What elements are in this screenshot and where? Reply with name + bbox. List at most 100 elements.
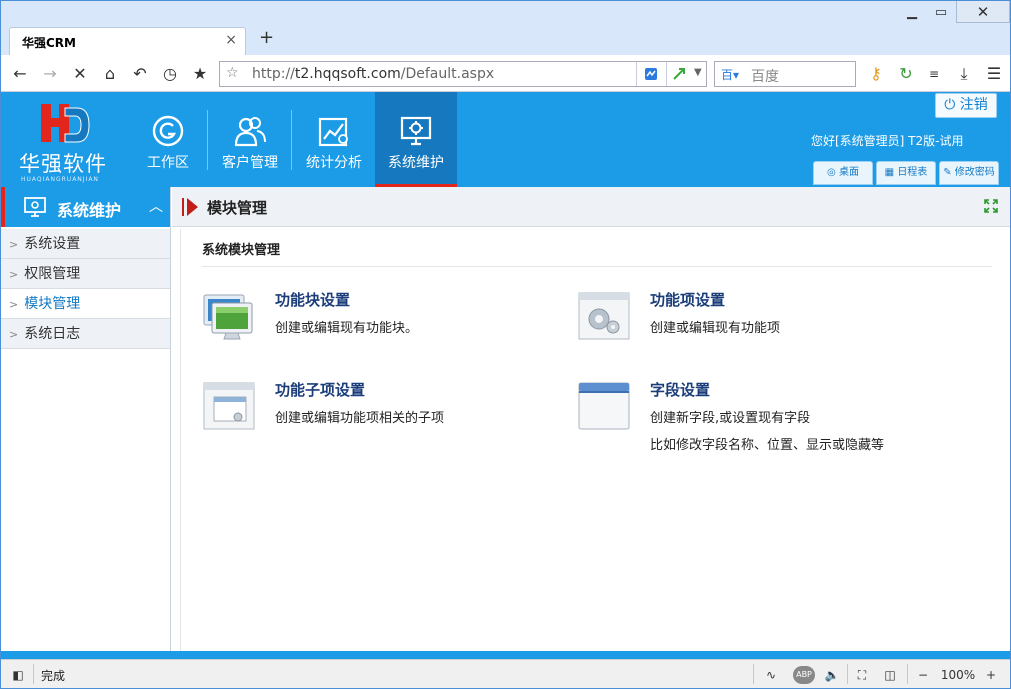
tab-close-button[interactable]: × <box>225 32 237 48</box>
key-icon[interactable]: ⚷ <box>865 63 887 85</box>
edit-password-button[interactable]: ✎ 修改密码 <box>939 161 999 185</box>
module-item-desc: 创建或编辑功能项相关的子项 <box>275 411 445 426</box>
home-icon[interactable]: ⌂ <box>99 63 121 85</box>
module-item-desc: 创建或编辑现有功能项 <box>650 321 781 336</box>
logo-pinyin: HUAQIANGRUANJIAN <box>21 176 99 183</box>
user-greeting: 您好[系统管理员] T2版-试用 <box>811 134 964 148</box>
chevron-up-icon[interactable]: ︿ <box>149 196 163 216</box>
fullscreen-icon[interactable] <box>984 199 998 213</box>
download-icon[interactable]: ⤓ <box>953 63 975 85</box>
module-item-name[interactable]: 功能项设置 <box>650 289 725 310</box>
statistics-icon <box>318 117 348 147</box>
field-window-icon <box>578 382 630 430</box>
search-box[interactable]: 百▾ 百度 <box>714 61 856 87</box>
module-statistics[interactable]: 统计分析 <box>293 92 375 187</box>
favorite-star-icon[interactable]: ☆ <box>226 65 239 81</box>
sidebar-toggle-icon[interactable]: ◧ <box>9 666 27 684</box>
sidebar: 系统维护 ︿ > 系统设置 > 权限管理 > 模块管理 > 系统日志 <box>1 187 171 651</box>
menu-filter-icon[interactable]: ≡ <box>923 63 945 85</box>
zoom-level[interactable]: 100% <box>939 666 977 684</box>
system-maintenance-icon <box>24 197 46 217</box>
screenshot-icon[interactable]: ⛶ <box>853 666 871 684</box>
address-bar[interactable]: ☆ http://t2.hqqsoft.com/Default.aspx ▼ <box>219 61 707 87</box>
panel-title: 系统模块管理 <box>202 243 281 258</box>
status-text: 完成 <box>41 669 66 683</box>
new-tab-button[interactable]: + <box>259 27 274 48</box>
module-label: 客户管理 <box>222 155 278 171</box>
status-bar: ◧ 完成 ∿ ABP 🔈 ⛶ ◫ − 100% + <box>1 659 1010 688</box>
logo-hd-icon <box>41 104 90 143</box>
zoom-out-button[interactable]: − <box>913 666 933 684</box>
chevron-right-icon: > <box>9 268 19 281</box>
refresh-icon[interactable]: ↻ <box>895 63 917 85</box>
browser-tab[interactable]: 华强CRM × <box>9 27 246 55</box>
footer-bar <box>1 651 1010 659</box>
module-panel: 系统模块管理 功能块设置 创建或编辑现有功能块。 功能项设置 创建或编辑现有功能… <box>180 229 1010 651</box>
undo-icon[interactable]: ↶ <box>129 63 151 85</box>
stop-icon[interactable]: ✕ <box>69 63 91 85</box>
main-menu-icon[interactable]: ☰ <box>983 63 1005 85</box>
sidebar-item-system-settings[interactable]: > 系统设置 <box>1 229 170 259</box>
subwindow-icon <box>203 382 255 430</box>
bookmark-star-icon[interactable]: ★ <box>189 63 211 85</box>
maximize-button[interactable]: ▭ <box>926 3 956 23</box>
module-label: 工作区 <box>147 155 189 171</box>
header-marker-icon <box>187 198 198 216</box>
sidebar-item-permissions[interactable]: > 权限管理 <box>1 259 170 289</box>
search-placeholder: 百度 <box>751 69 779 85</box>
app-header: 华强软件 HUAQIANGRUANJIAN 工作区 客户管理 统计分析 系统维护… <box>1 92 1010 187</box>
module-label: 统计分析 <box>306 155 362 171</box>
module-item-name[interactable]: 功能块设置 <box>275 289 350 310</box>
close-window-button[interactable]: ✕ <box>956 1 1010 23</box>
sidebar-item-module-management[interactable]: > 模块管理 <box>1 289 170 319</box>
module-item-desc: 比如修改字段名称、位置、显示或隐藏等 <box>650 438 885 453</box>
connect-icon[interactable] <box>672 67 686 81</box>
forward-icon[interactable]: → <box>39 63 61 85</box>
edit-password-icon: ✎ <box>943 167 955 178</box>
logo: 华强软件 HUAQIANGRUANJIAN <box>15 98 115 183</box>
dropdown-arrow-icon[interactable]: ▼ <box>694 67 702 78</box>
sidebar-title: 系统维护 <box>57 201 122 220</box>
tab-bar: 华强CRM × + ▁ ▭ ✕ <box>1 1 1010 55</box>
module-item-desc: 创建新字段,或设置现有字段 <box>650 411 811 426</box>
module-item-name[interactable]: 字段设置 <box>650 379 710 400</box>
power-icon: ⏻ <box>944 97 960 113</box>
module-item-desc: 创建或编辑现有功能块。 <box>275 321 419 336</box>
chevron-right-icon: > <box>9 238 19 251</box>
module-label: 系统维护 <box>388 155 444 171</box>
sidebar-item-system-log[interactable]: > 系统日志 <box>1 319 170 349</box>
page-mode-icon[interactable] <box>644 67 658 81</box>
monitor-icon <box>203 294 253 340</box>
back-icon[interactable]: ← <box>9 63 31 85</box>
page-title: 模块管理 <box>207 199 268 217</box>
zoom-in-button[interactable]: + <box>981 666 1001 684</box>
desktop-button[interactable]: ◎ 桌面 <box>813 161 873 185</box>
sidebar-header[interactable]: 系统维护 ︿ <box>1 187 170 227</box>
chevron-right-icon: > <box>9 298 19 311</box>
chevron-right-icon: > <box>9 328 19 341</box>
customers-icon <box>234 117 266 147</box>
module-customers[interactable]: 客户管理 <box>209 92 291 187</box>
gear-window-icon <box>578 292 630 340</box>
calendar-icon: ▦ <box>884 167 898 178</box>
url-text[interactable]: http://t2.hqqsoft.com/Default.aspx <box>252 66 494 82</box>
module-item-name[interactable]: 功能子项设置 <box>275 379 365 400</box>
logo-text: 华强软件 <box>19 152 107 176</box>
logout-button[interactable]: ⏻ 注销 <box>935 93 997 118</box>
main-content: 模块管理 系统模块管理 功能块设置 创建或编辑现有功能块。 功能项设置 创建或编… <box>172 187 1010 651</box>
module-workspace[interactable]: 工作区 <box>127 92 209 187</box>
search-engine-icon[interactable]: 百▾ <box>721 66 739 83</box>
history-icon[interactable]: ◷ <box>159 63 181 85</box>
browser-window: 华强CRM × + ▁ ▭ ✕ ← → ✕ ⌂ ↶ ◷ ★ ☆ http://t… <box>0 0 1011 689</box>
tab-title: 华强CRM <box>22 36 76 50</box>
performance-icon[interactable]: ∿ <box>761 666 781 684</box>
desktop-icon: ◎ <box>827 167 839 178</box>
minimize-button[interactable]: ▁ <box>897 3 927 23</box>
calendar-button[interactable]: ▦ 日程表 <box>876 161 936 185</box>
volume-icon[interactable]: 🔈 <box>823 666 841 684</box>
navigation-bar: ← → ✕ ⌂ ↶ ◷ ★ ☆ http://t2.hqqsoft.com/De… <box>1 55 1010 92</box>
adblock-icon[interactable]: ABP <box>793 666 815 684</box>
split-view-icon[interactable]: ◫ <box>881 666 899 684</box>
system-maintenance-icon <box>400 116 432 146</box>
module-system-maintenance[interactable]: 系统维护 <box>375 92 457 187</box>
